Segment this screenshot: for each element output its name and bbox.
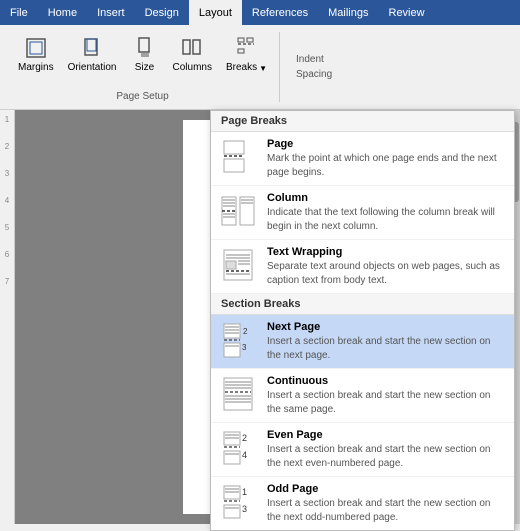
breaks-btn-label-row: Breaks ▼: [226, 62, 267, 74]
tab-mailings[interactable]: Mailings: [318, 0, 378, 25]
oddpage-break-text: Odd Page Insert a section break and star…: [267, 483, 506, 524]
breaks-item-column[interactable]: Column Indicate that the text following …: [211, 186, 514, 240]
page-break-icon: [219, 138, 257, 176]
breaks-dropdown: Page Breaks Page Mark the point at which…: [210, 110, 515, 531]
nextpage-break-text: Next Page Insert a section break and sta…: [267, 321, 506, 362]
page-breaks-header: Page Breaks: [211, 111, 514, 132]
tab-design[interactable]: Design: [135, 0, 189, 25]
nextpage-break-desc: Insert a section break and start the new…: [267, 335, 506, 362]
document-area: 1 2 3 4 5 6 7 Page Breaks Page Mark the …: [0, 110, 520, 524]
ruler-num-1: 1: [5, 115, 9, 124]
columns-label: Columns: [173, 62, 212, 74]
page-break-text: Page Mark the point at which one page en…: [267, 138, 506, 179]
page-setup-label: Page Setup: [116, 91, 168, 102]
page-setup-group: Margins Orientation: [6, 32, 280, 102]
svg-text:2: 2: [242, 433, 247, 443]
evenpage-break-title: Even Page: [267, 429, 506, 441]
margins-label: Margins: [18, 62, 54, 74]
breaks-item-page[interactable]: Page Mark the point at which one page en…: [211, 132, 514, 186]
svg-text:3: 3: [242, 343, 247, 352]
continuous-break-text: Continuous Insert a section break and st…: [267, 375, 506, 416]
breaks-item-evenpage[interactable]: 2 4 Even Page Insert a section break and…: [211, 423, 514, 477]
size-button[interactable]: Size: [127, 32, 163, 76]
ruler-num-4: 4: [5, 196, 9, 205]
page-setup-buttons: Margins Orientation: [14, 32, 271, 76]
ruler-num-7: 7: [5, 277, 9, 286]
evenpage-break-desc: Insert a section break and start the new…: [267, 443, 506, 470]
tab-home[interactable]: Home: [38, 0, 87, 25]
spacing-label: Spacing: [296, 69, 332, 80]
margins-button[interactable]: Margins: [14, 32, 58, 76]
indent-spacing-section: Indent Spacing: [288, 54, 340, 80]
tab-insert[interactable]: Insert: [87, 0, 135, 25]
columns-icon: [178, 34, 206, 62]
size-icon: [131, 34, 159, 62]
svg-text:2: 2: [243, 327, 248, 336]
page-break-title: Page: [267, 138, 506, 150]
breaks-item-oddpage[interactable]: 1 3 Odd Page Insert a section break and …: [211, 477, 514, 530]
continuous-break-title: Continuous: [267, 375, 506, 387]
breaks-item-textwrap[interactable]: Text Wrapping Separate text around objec…: [211, 240, 514, 294]
breaks-dropdown-arrow: ▼: [259, 64, 267, 73]
indent-label: Indent: [296, 54, 332, 65]
breaks-item-nextpage[interactable]: 2 3 Next Page Insert a section break and…: [211, 315, 514, 369]
ribbon-tabs: File Home Insert Design Layout Reference…: [0, 0, 520, 25]
tab-review[interactable]: Review: [379, 0, 435, 25]
columns-button[interactable]: Columns: [169, 32, 216, 76]
oddpage-break-icon: 1 3: [219, 483, 257, 521]
svg-text:4: 4: [242, 450, 247, 460]
nextpage-break-title: Next Page: [267, 321, 506, 333]
orientation-icon: [78, 34, 106, 62]
section-breaks-header: Section Breaks: [211, 294, 514, 315]
orientation-button[interactable]: Orientation: [64, 32, 121, 76]
textwrap-break-desc: Separate text around objects on web page…: [267, 260, 506, 287]
size-label: Size: [135, 62, 154, 74]
page-break-desc: Mark the point at which one page ends an…: [267, 152, 506, 179]
tab-layout[interactable]: Layout: [189, 0, 242, 25]
orientation-label: Orientation: [68, 62, 117, 74]
margins-icon: [22, 34, 50, 62]
nextpage-break-icon: 2 3: [219, 321, 257, 359]
textwrap-break-title: Text Wrapping: [267, 246, 506, 258]
column-break-title: Column: [267, 192, 506, 204]
column-break-desc: Indicate that the text following the col…: [267, 206, 506, 233]
evenpage-break-text: Even Page Insert a section break and sta…: [267, 429, 506, 470]
column-break-icon: [219, 192, 257, 230]
evenpage-break-icon: 2 4: [219, 429, 257, 467]
breaks-button[interactable]: Breaks ▼: [222, 32, 271, 76]
breaks-item-continuous[interactable]: Continuous Insert a section break and st…: [211, 369, 514, 423]
ruler-num-2: 2: [5, 142, 9, 151]
continuous-break-icon: [219, 375, 257, 413]
svg-text:1: 1: [242, 487, 247, 497]
ribbon-toolbar: Margins Orientation: [0, 25, 520, 110]
tab-references[interactable]: References: [242, 0, 318, 25]
ruler-num-6: 6: [5, 250, 9, 259]
oddpage-break-desc: Insert a section break and start the new…: [267, 497, 506, 524]
ruler-num-3: 3: [5, 169, 9, 178]
textwrap-break-text: Text Wrapping Separate text around objec…: [267, 246, 506, 287]
continuous-break-desc: Insert a section break and start the new…: [267, 389, 506, 416]
breaks-label: Breaks: [226, 62, 257, 74]
textwrap-break-icon: [219, 246, 257, 284]
tab-file[interactable]: File: [0, 0, 38, 25]
column-break-text: Column Indicate that the text following …: [267, 192, 506, 233]
svg-text:3: 3: [242, 504, 247, 514]
oddpage-break-title: Odd Page: [267, 483, 506, 495]
breaks-icon: [232, 34, 260, 62]
side-ruler: 1 2 3 4 5 6 7: [0, 110, 15, 524]
ruler-num-5: 5: [5, 223, 9, 232]
